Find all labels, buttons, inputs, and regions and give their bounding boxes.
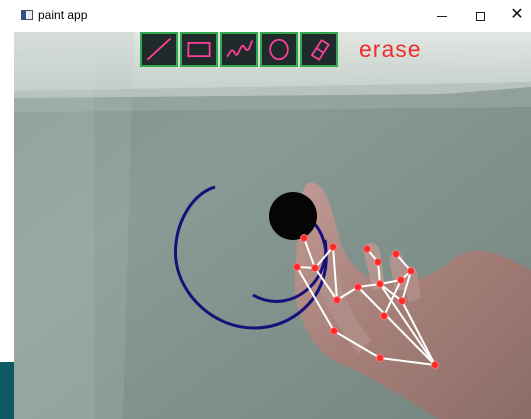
minimize-button[interactable]	[423, 0, 461, 32]
webcam-canvas[interactable]: erase	[14, 32, 531, 419]
paint-app-window: paint app ✕ erase	[0, 0, 531, 419]
app-window-icon	[21, 10, 33, 20]
circle-tool-button[interactable]	[260, 32, 298, 67]
rectangle-tool-button[interactable]	[180, 32, 218, 67]
close-button[interactable]: ✕	[498, 0, 531, 32]
rectangle-icon	[187, 41, 211, 58]
line-icon	[146, 37, 172, 61]
close-icon: ✕	[510, 6, 524, 23]
window-title: paint app	[38, 8, 88, 22]
drawing-toolbar	[140, 32, 340, 68]
webcam-background	[14, 32, 531, 419]
eraser-icon	[311, 39, 330, 61]
freehand-tool-button[interactable]	[220, 32, 258, 67]
circle-icon	[269, 38, 289, 61]
minimize-icon	[437, 15, 447, 17]
title-bar: paint app ✕	[0, 0, 531, 32]
line-tool-button[interactable]	[140, 32, 178, 67]
maximize-button[interactable]	[461, 0, 499, 32]
erase-label[interactable]: erase	[359, 36, 422, 62]
maximize-icon	[475, 11, 485, 21]
eraser-tool-button[interactable]	[300, 32, 338, 67]
left-background-strip	[0, 32, 15, 419]
freehand-icon	[226, 40, 254, 58]
